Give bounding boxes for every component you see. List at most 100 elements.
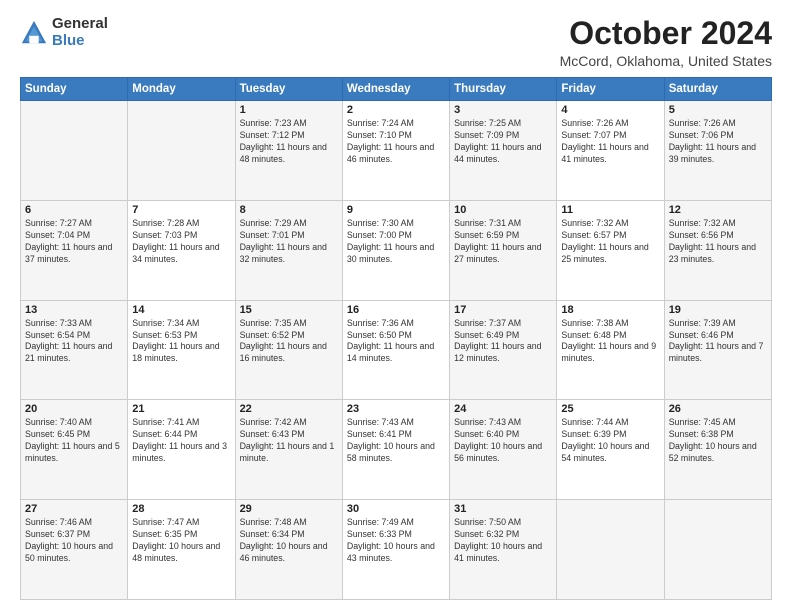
day-info: Sunrise: 7:27 AM Sunset: 7:04 PM Dayligh… <box>25 218 123 266</box>
header-saturday: Saturday <box>664 78 771 101</box>
day-number: 18 <box>561 304 659 316</box>
day-number: 27 <box>25 503 123 515</box>
table-row <box>21 101 128 201</box>
day-number: 21 <box>132 403 230 415</box>
title-month: October 2024 <box>560 16 772 51</box>
table-row: 9 Sunrise: 7:30 AM Sunset: 7:00 PM Daylig… <box>342 200 449 300</box>
day-number: 5 <box>669 104 767 116</box>
day-info: Sunrise: 7:36 AM Sunset: 6:50 PM Dayligh… <box>347 318 445 366</box>
day-number: 31 <box>454 503 552 515</box>
calendar-week-row: 13 Sunrise: 7:33 AM Sunset: 6:54 PM Dayli… <box>21 300 772 400</box>
header: General Blue October 2024 McCord, Oklaho… <box>20 16 772 69</box>
day-info: Sunrise: 7:26 AM Sunset: 7:07 PM Dayligh… <box>561 118 659 166</box>
day-number: 30 <box>347 503 445 515</box>
day-number: 17 <box>454 304 552 316</box>
table-row: 8 Sunrise: 7:29 AM Sunset: 7:01 PM Daylig… <box>235 200 342 300</box>
day-info: Sunrise: 7:25 AM Sunset: 7:09 PM Dayligh… <box>454 118 552 166</box>
day-number: 9 <box>347 204 445 216</box>
table-row: 1Sunrise: 7:23 AM Sunset: 7:12 PM Daylig… <box>235 101 342 201</box>
day-number: 29 <box>240 503 338 515</box>
day-info: Sunrise: 7:38 AM Sunset: 6:48 PM Dayligh… <box>561 318 659 366</box>
day-info: Sunrise: 7:37 AM Sunset: 6:49 PM Dayligh… <box>454 318 552 366</box>
table-row: 2Sunrise: 7:24 AM Sunset: 7:10 PM Daylig… <box>342 101 449 201</box>
day-info: Sunrise: 7:42 AM Sunset: 6:43 PM Dayligh… <box>240 417 338 465</box>
day-number: 10 <box>454 204 552 216</box>
calendar-header-row: Sunday Monday Tuesday Wednesday Thursday… <box>21 78 772 101</box>
day-info: Sunrise: 7:28 AM Sunset: 7:03 PM Dayligh… <box>132 218 230 266</box>
table-row: 10 Sunrise: 7:31 AM Sunset: 6:59 PM Dayli… <box>450 200 557 300</box>
table-row: 15Sunrise: 7:35 AM Sunset: 6:52 PM Dayli… <box>235 300 342 400</box>
day-number: 28 <box>132 503 230 515</box>
table-row: 26 Sunrise: 7:45 AM Sunset: 6:38 PM Dayli… <box>664 400 771 500</box>
table-row: 11Sunrise: 7:32 AM Sunset: 6:57 PM Dayli… <box>557 200 664 300</box>
day-info: Sunrise: 7:45 AM Sunset: 6:38 PM Dayligh… <box>669 417 767 465</box>
day-info: Sunrise: 7:39 AM Sunset: 6:46 PM Dayligh… <box>669 318 767 366</box>
day-number: 8 <box>240 204 338 216</box>
table-row: 25 Sunrise: 7:44 AM Sunset: 6:39 PM Dayli… <box>557 400 664 500</box>
table-row: 31 Sunrise: 7:50 AM Sunset: 6:32 PM Dayli… <box>450 500 557 600</box>
table-row: 30 Sunrise: 7:49 AM Sunset: 6:33 PM Dayli… <box>342 500 449 600</box>
header-wednesday: Wednesday <box>342 78 449 101</box>
table-row: 14Sunrise: 7:34 AM Sunset: 6:53 PM Dayli… <box>128 300 235 400</box>
day-info: Sunrise: 7:40 AM Sunset: 6:45 PM Dayligh… <box>25 417 123 465</box>
table-row <box>128 101 235 201</box>
calendar-week-row: 20Sunrise: 7:40 AM Sunset: 6:45 PM Dayli… <box>21 400 772 500</box>
day-number: 22 <box>240 403 338 415</box>
table-row <box>557 500 664 600</box>
day-number: 7 <box>132 204 230 216</box>
table-row: 24 Sunrise: 7:43 AM Sunset: 6:40 PM Dayli… <box>450 400 557 500</box>
day-number: 6 <box>25 204 123 216</box>
table-row: 18 Sunrise: 7:38 AM Sunset: 6:48 PM Dayli… <box>557 300 664 400</box>
day-info: Sunrise: 7:30 AM Sunset: 7:00 PM Dayligh… <box>347 218 445 266</box>
table-row: 7 Sunrise: 7:28 AM Sunset: 7:03 PM Daylig… <box>128 200 235 300</box>
header-tuesday: Tuesday <box>235 78 342 101</box>
day-info: Sunrise: 7:33 AM Sunset: 6:54 PM Dayligh… <box>25 318 123 366</box>
day-number: 13 <box>25 304 123 316</box>
day-number: 14 <box>132 304 230 316</box>
day-info: Sunrise: 7:41 AM Sunset: 6:44 PM Dayligh… <box>132 417 230 465</box>
table-row <box>664 500 771 600</box>
day-number: 24 <box>454 403 552 415</box>
table-row: 19 Sunrise: 7:39 AM Sunset: 6:46 PM Dayli… <box>664 300 771 400</box>
day-info: Sunrise: 7:47 AM Sunset: 6:35 PM Dayligh… <box>132 517 230 565</box>
logo: General Blue <box>20 16 108 49</box>
day-number: 12 <box>669 204 767 216</box>
day-info: Sunrise: 7:48 AM Sunset: 6:34 PM Dayligh… <box>240 517 338 565</box>
logo-icon <box>20 19 48 47</box>
day-number: 25 <box>561 403 659 415</box>
day-number: 3 <box>454 104 552 116</box>
calendar-week-row: 6 Sunrise: 7:27 AM Sunset: 7:04 PM Daylig… <box>21 200 772 300</box>
header-friday: Friday <box>557 78 664 101</box>
table-row: 4Sunrise: 7:26 AM Sunset: 7:07 PM Daylig… <box>557 101 664 201</box>
day-info: Sunrise: 7:31 AM Sunset: 6:59 PM Dayligh… <box>454 218 552 266</box>
day-info: Sunrise: 7:43 AM Sunset: 6:41 PM Dayligh… <box>347 417 445 465</box>
day-info: Sunrise: 7:50 AM Sunset: 6:32 PM Dayligh… <box>454 517 552 565</box>
day-info: Sunrise: 7:26 AM Sunset: 7:06 PM Dayligh… <box>669 118 767 166</box>
table-row: 13 Sunrise: 7:33 AM Sunset: 6:54 PM Dayli… <box>21 300 128 400</box>
day-info: Sunrise: 7:35 AM Sunset: 6:52 PM Dayligh… <box>240 318 338 366</box>
day-number: 26 <box>669 403 767 415</box>
title-block: October 2024 McCord, Oklahoma, United St… <box>560 16 772 69</box>
calendar-week-row: 27 Sunrise: 7:46 AM Sunset: 6:37 PM Dayli… <box>21 500 772 600</box>
day-info: Sunrise: 7:23 AM Sunset: 7:12 PM Dayligh… <box>240 118 338 166</box>
day-number: 2 <box>347 104 445 116</box>
day-number: 19 <box>669 304 767 316</box>
table-row: 23Sunrise: 7:43 AM Sunset: 6:41 PM Dayli… <box>342 400 449 500</box>
table-row: 12 Sunrise: 7:32 AM Sunset: 6:56 PM Dayli… <box>664 200 771 300</box>
day-info: Sunrise: 7:44 AM Sunset: 6:39 PM Dayligh… <box>561 417 659 465</box>
day-info: Sunrise: 7:43 AM Sunset: 6:40 PM Dayligh… <box>454 417 552 465</box>
day-info: Sunrise: 7:32 AM Sunset: 6:57 PM Dayligh… <box>561 218 659 266</box>
day-info: Sunrise: 7:49 AM Sunset: 6:33 PM Dayligh… <box>347 517 445 565</box>
day-info: Sunrise: 7:32 AM Sunset: 6:56 PM Dayligh… <box>669 218 767 266</box>
logo-general: General <box>52 16 108 33</box>
logo-blue: Blue <box>52 33 108 50</box>
table-row: 21 Sunrise: 7:41 AM Sunset: 6:44 PM Dayli… <box>128 400 235 500</box>
table-row: 22 Sunrise: 7:42 AM Sunset: 6:43 PM Dayli… <box>235 400 342 500</box>
table-row: 28 Sunrise: 7:47 AM Sunset: 6:35 PM Dayli… <box>128 500 235 600</box>
day-info: Sunrise: 7:29 AM Sunset: 7:01 PM Dayligh… <box>240 218 338 266</box>
table-row: 27 Sunrise: 7:46 AM Sunset: 6:37 PM Dayli… <box>21 500 128 600</box>
header-sunday: Sunday <box>21 78 128 101</box>
logo-text: General Blue <box>52 16 108 49</box>
table-row: 17 Sunrise: 7:37 AM Sunset: 6:49 PM Dayli… <box>450 300 557 400</box>
day-info: Sunrise: 7:46 AM Sunset: 6:37 PM Dayligh… <box>25 517 123 565</box>
